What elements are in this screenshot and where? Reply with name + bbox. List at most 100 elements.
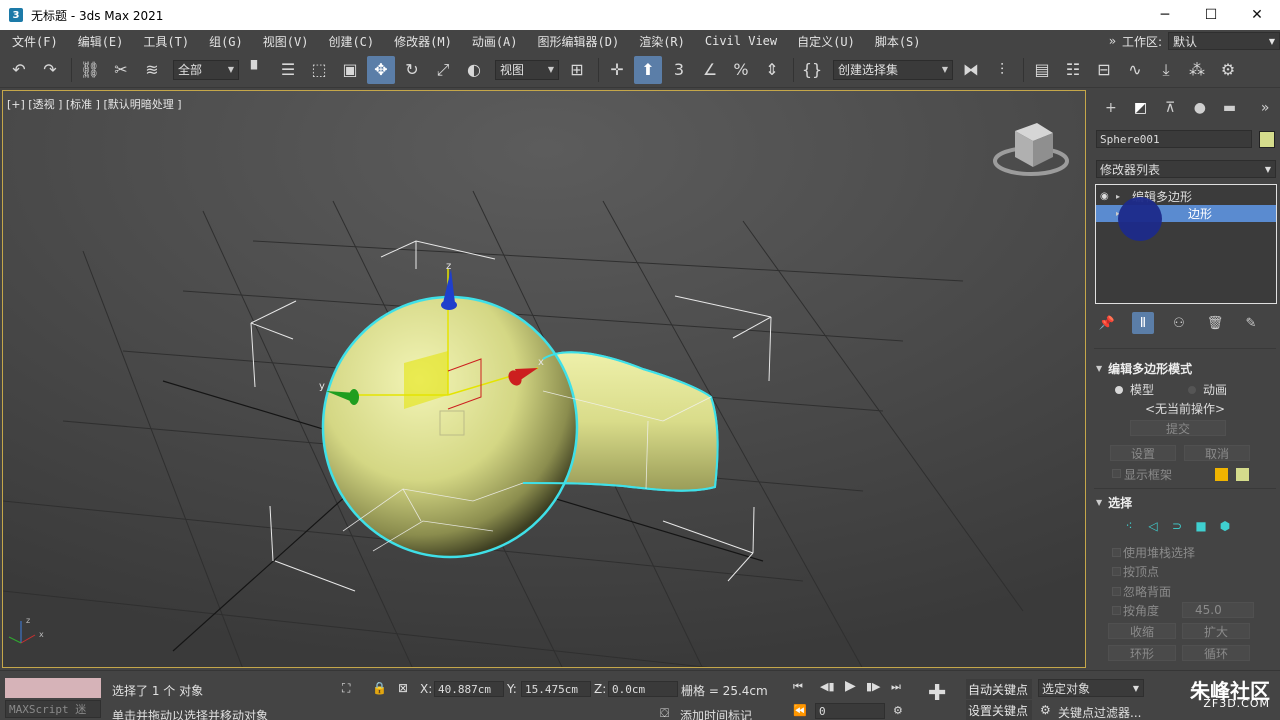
- configure-sets-icon[interactable]: ✎: [1240, 312, 1262, 334]
- loop-button[interactable]: 循环: [1182, 645, 1250, 661]
- y-coordinate-field[interactable]: 15.475cm: [521, 681, 591, 697]
- ring-button[interactable]: 环形: [1108, 645, 1176, 661]
- eye-icon[interactable]: ◉: [1100, 191, 1114, 202]
- by-angle-checkbox[interactable]: [1112, 606, 1121, 615]
- window-crossing-icon[interactable]: ▣: [336, 56, 364, 84]
- rollout-selection[interactable]: ▼ 选择: [1096, 493, 1132, 511]
- align-icon[interactable]: ⫶: [988, 56, 1016, 84]
- settings-button[interactable]: 设置: [1110, 445, 1176, 461]
- make-unique-icon[interactable]: ⚇: [1168, 312, 1190, 334]
- menu-rendering[interactable]: 渲染(R): [629, 33, 695, 50]
- spinner-snap-icon[interactable]: ⇕: [758, 56, 786, 84]
- polygon-mode-icon[interactable]: ■: [1190, 516, 1212, 536]
- maxscript-mini-listener[interactable]: MAXScript 迷: [5, 700, 101, 718]
- play-icon[interactable]: ▶: [845, 678, 856, 694]
- show-cage-checkbox[interactable]: [1112, 469, 1121, 478]
- ignore-backfacing-checkbox[interactable]: [1112, 587, 1121, 596]
- menu-more-icon[interactable]: »: [1109, 34, 1116, 48]
- unlink-icon[interactable]: ✂: [107, 56, 135, 84]
- close-button[interactable]: ✕: [1234, 0, 1280, 30]
- mirror-icon[interactable]: ⧓: [957, 56, 985, 84]
- goto-start-icon[interactable]: ⏮: [793, 680, 803, 694]
- menu-create[interactable]: 创建(C): [318, 33, 384, 50]
- minimize-button[interactable]: ─: [1142, 0, 1188, 30]
- remove-modifier-icon[interactable]: 🗑: [1204, 312, 1226, 334]
- maximize-button[interactable]: ☐: [1188, 0, 1234, 30]
- previous-frame-icon[interactable]: ◀▮: [820, 680, 835, 693]
- snaps-toggle-icon[interactable]: 3: [665, 56, 693, 84]
- key-filters-icon[interactable]: ⚙: [1040, 703, 1051, 717]
- key-mode-icon[interactable]: ⏪: [793, 704, 807, 717]
- selection-filter-dropdown[interactable]: 全部 ▼: [173, 59, 239, 80]
- modifier-list-dropdown[interactable]: 修改器列表 ▼: [1096, 160, 1276, 178]
- commit-button[interactable]: 提交: [1130, 420, 1226, 436]
- radio-animate[interactable]: [1188, 386, 1196, 394]
- layer-explorer-icon[interactable]: ☷: [1059, 56, 1087, 84]
- hierarchy-tab-icon[interactable]: ⊼: [1155, 93, 1185, 123]
- select-manipulate-icon[interactable]: ✛: [603, 56, 631, 84]
- x-coordinate-field[interactable]: 40.887cm: [434, 681, 504, 697]
- material-editor-icon[interactable]: ⁂: [1183, 56, 1211, 84]
- named-selection-dropdown[interactable]: 创建选择集 ▼: [833, 59, 953, 80]
- menu-edit[interactable]: 编辑(E): [68, 33, 134, 50]
- object-name-field[interactable]: Sphere001: [1096, 130, 1252, 148]
- by-vertex-checkbox[interactable]: [1112, 567, 1121, 576]
- grow-button[interactable]: 扩大: [1182, 623, 1250, 639]
- select-rotate-icon[interactable]: ↻: [398, 56, 426, 84]
- goto-end-icon[interactable]: ⏭: [891, 680, 901, 694]
- time-config-icon[interactable]: ⚙: [893, 704, 903, 717]
- set-key-icon[interactable]: ✚: [928, 681, 946, 706]
- menu-modifiers[interactable]: 修改器(M): [384, 33, 462, 50]
- next-frame-icon[interactable]: ▮▶: [866, 680, 881, 693]
- vertex-mode-icon[interactable]: ⁖: [1118, 516, 1140, 536]
- select-scale-icon[interactable]: ⤢: [429, 56, 457, 84]
- menu-views[interactable]: 视图(V): [253, 33, 319, 50]
- select-place-icon[interactable]: ◐: [460, 56, 488, 84]
- angle-spinner[interactable]: 45.0: [1182, 602, 1254, 618]
- key-filters-button[interactable]: 关键点过滤器...: [1058, 704, 1141, 720]
- bind-spacewarp-icon[interactable]: ≋: [138, 56, 166, 84]
- undo-icon[interactable]: ↶: [5, 56, 33, 84]
- curve-editor-icon[interactable]: ∿: [1121, 56, 1149, 84]
- select-object-icon[interactable]: ▘: [243, 56, 271, 84]
- select-move-icon[interactable]: ✥: [367, 55, 395, 84]
- cancel-button[interactable]: 取消: [1184, 445, 1250, 461]
- motion-tab-icon[interactable]: ●: [1185, 93, 1215, 123]
- scene-explorer-icon[interactable]: ▤: [1028, 56, 1056, 84]
- schematic-view-icon[interactable]: ⤓: [1152, 56, 1180, 84]
- expand-icon[interactable]: ▸: [1116, 192, 1128, 201]
- select-by-name-icon[interactable]: ☰: [274, 56, 302, 84]
- pin-stack-icon[interactable]: 📌: [1096, 312, 1118, 334]
- z-coordinate-field[interactable]: 0.0cm: [608, 681, 678, 697]
- ribbon-toggle-icon[interactable]: ⊟: [1090, 56, 1118, 84]
- cage-color-swatch[interactable]: [1215, 468, 1228, 481]
- object-color-swatch[interactable]: [1259, 131, 1275, 148]
- rollout-edit-poly-mode[interactable]: ▼ 编辑多边形模式: [1096, 359, 1192, 377]
- absolute-mode-icon[interactable]: ⊠: [398, 681, 408, 695]
- link-icon[interactable]: ⛓: [76, 56, 104, 84]
- auto-key-button[interactable]: 自动关键点: [966, 679, 1032, 699]
- rect-selection-icon[interactable]: ⬚: [305, 56, 333, 84]
- current-frame-field[interactable]: 0: [815, 703, 885, 719]
- display-tab-icon[interactable]: ▬: [1215, 93, 1245, 123]
- menu-customize[interactable]: 自定义(U): [787, 33, 865, 50]
- isolate-selection-icon[interactable]: ⛶: [342, 681, 350, 696]
- ref-coord-dropdown[interactable]: 视图 ▼: [495, 59, 559, 80]
- percent-snap-icon[interactable]: %: [727, 56, 755, 84]
- edit-named-selection-icon[interactable]: {}: [798, 56, 826, 84]
- lock-selection-icon[interactable]: 🔒: [372, 681, 387, 695]
- menu-tools[interactable]: 工具(T): [133, 33, 199, 50]
- perspective-viewport[interactable]: z y x z x [+] [透视 ] [标准 ] [默认明暗处理 ]: [2, 90, 1086, 668]
- radio-model[interactable]: [1115, 386, 1123, 394]
- add-time-tag-button[interactable]: 添加时间标记: [680, 707, 752, 720]
- menu-scripting[interactable]: 脚本(S): [865, 33, 931, 50]
- angle-snap-icon[interactable]: ∠: [696, 56, 724, 84]
- viewport-label-menu[interactable]: [+] [透视 ] [标准 ] [默认明暗处理 ]: [7, 96, 182, 112]
- element-mode-icon[interactable]: ⬢: [1214, 516, 1236, 536]
- border-mode-icon[interactable]: ⊃: [1166, 516, 1188, 536]
- maxscript-listener-field[interactable]: [5, 678, 101, 698]
- menu-file[interactable]: 文件(F): [0, 33, 68, 50]
- stack-item-edit-poly[interactable]: ◉ ▸ 编辑多边形: [1096, 188, 1276, 205]
- modify-tab-icon[interactable]: ◩: [1126, 93, 1156, 123]
- create-tab-icon[interactable]: +: [1096, 93, 1126, 123]
